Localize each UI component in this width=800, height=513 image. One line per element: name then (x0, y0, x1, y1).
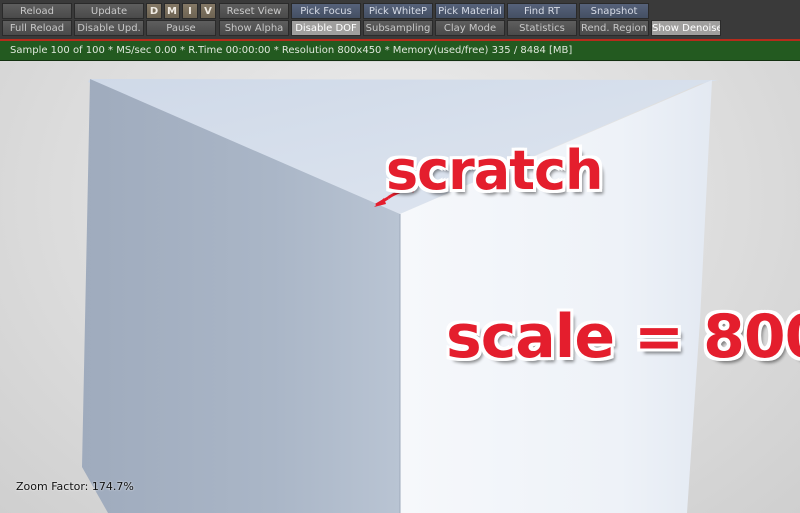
find-rt-button[interactable]: Find RT (507, 3, 577, 19)
pause-button[interactable]: Pause (146, 20, 216, 36)
snapshot-button[interactable]: Snapshot (579, 3, 649, 19)
mode-d-button[interactable]: D (146, 3, 162, 19)
clay-mode-button[interactable]: Clay Mode (435, 20, 505, 36)
render-status-bar: Sample 100 of 100 * MS/sec 0.00 * R.Time… (0, 41, 800, 61)
rendered-cube (82, 79, 718, 513)
update-button[interactable]: Update (74, 3, 144, 19)
show-alpha-button[interactable]: Show Alpha (219, 20, 289, 36)
reload-button[interactable]: Reload (2, 3, 72, 19)
mode-v-button[interactable]: V (200, 3, 216, 19)
statistics-button[interactable]: Statistics (507, 20, 577, 36)
render-viewport[interactable]: scratch scale = 800 Zoom Factor: 174.7% (0, 62, 800, 513)
pick-focus-button[interactable]: Pick Focus (291, 3, 361, 19)
render-region-button[interactable]: Rend. Region (579, 20, 649, 36)
mode-i-button[interactable]: I (182, 3, 198, 19)
scale-annotation: scale = 800 (446, 302, 800, 372)
reset-view-button[interactable]: Reset View (219, 3, 289, 19)
zoom-factor-readout: Zoom Factor: 174.7% (16, 480, 134, 493)
disable-dof-button[interactable]: Disable DOF (291, 20, 361, 36)
disable-update-button[interactable]: Disable Upd. (74, 20, 144, 36)
subsampling-button[interactable]: Subsampling (363, 20, 433, 36)
pick-material-button[interactable]: Pick Material (435, 3, 505, 19)
pick-whitepoint-button[interactable]: Pick WhiteP (363, 3, 433, 19)
render-toolbar: Reload Update D M I V Reset View Pick Fo… (0, 0, 800, 40)
show-denoise-button[interactable]: Show Denoise (651, 20, 721, 36)
mode-m-button[interactable]: M (164, 3, 180, 19)
full-reload-button[interactable]: Full Reload (2, 20, 72, 36)
scratch-annotation: scratch (386, 139, 603, 202)
